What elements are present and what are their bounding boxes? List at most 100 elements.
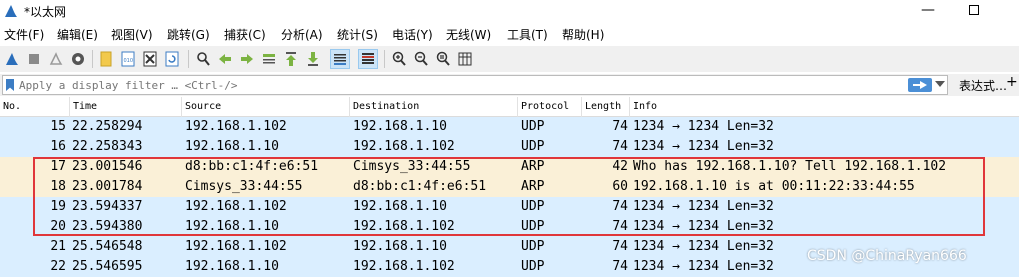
arrow-right-icon bbox=[913, 84, 921, 86]
column-header-source[interactable]: Source bbox=[182, 97, 350, 117]
zoom-normal-button[interactable] bbox=[433, 49, 453, 69]
zoom-out-icon bbox=[414, 51, 428, 66]
packet-no: 21 bbox=[50, 239, 66, 254]
packet-source: 192.168.1.10 bbox=[185, 139, 279, 154]
packet-row[interactable]: 18 23.001784 Cimsys_33:44:55 d8:bb:c1:4f… bbox=[0, 177, 1019, 197]
packet-info: 1234 → 1234 Len=32 bbox=[633, 119, 774, 134]
packet-length: 74 bbox=[612, 239, 628, 254]
go-first-button[interactable] bbox=[281, 49, 301, 69]
go-back-icon bbox=[219, 54, 231, 64]
packet-time: 22.258343 bbox=[72, 139, 143, 154]
go-first-icon bbox=[286, 52, 296, 66]
find-packet-icon bbox=[197, 52, 210, 66]
packet-source: 192.168.1.102 bbox=[185, 119, 287, 134]
column-header-info[interactable]: Info bbox=[630, 97, 1019, 117]
packet-no: 18 bbox=[50, 179, 66, 194]
close-file-icon bbox=[143, 51, 157, 67]
zoom-out-button[interactable] bbox=[411, 49, 431, 69]
packet-time: 23.594380 bbox=[72, 219, 143, 234]
packet-length: 74 bbox=[612, 259, 628, 274]
zoom-in-icon bbox=[392, 51, 406, 66]
packet-no: 17 bbox=[50, 159, 66, 174]
reload-file-button[interactable] bbox=[162, 49, 182, 69]
packet-length: 60 bbox=[612, 179, 628, 194]
save-file-icon: 010 bbox=[121, 51, 135, 67]
packet-time: 23.001784 bbox=[72, 179, 143, 194]
restart-capture-button[interactable] bbox=[46, 49, 66, 69]
go-to-packet-button[interactable] bbox=[259, 49, 279, 69]
packet-protocol: UDP bbox=[521, 259, 545, 274]
bookmark-icon[interactable] bbox=[6, 79, 14, 91]
column-header-length[interactable]: Length bbox=[582, 97, 630, 117]
packet-destination: d8:bb:c1:4f:e6:51 bbox=[353, 179, 487, 194]
packet-row[interactable]: 17 23.001546 d8:bb:c1:4f:e6:51 Cimsys_33… bbox=[0, 157, 1019, 177]
start-capture-button[interactable] bbox=[2, 49, 22, 69]
capture-options-button[interactable] bbox=[68, 49, 88, 69]
packet-row[interactable]: 19 23.594337 192.168.1.102 192.168.1.10 … bbox=[0, 197, 1019, 217]
open-file-button[interactable] bbox=[96, 49, 116, 69]
resize-columns-icon bbox=[458, 52, 472, 66]
packet-row[interactable]: 15 22.258294 192.168.1.102 192.168.1.10 … bbox=[0, 117, 1019, 137]
add-filter-button[interactable]: + bbox=[1006, 74, 1018, 90]
menu-help[interactable]: 帮助(H) bbox=[562, 26, 604, 43]
column-header-time[interactable]: Time bbox=[70, 97, 182, 117]
packet-no: 19 bbox=[50, 199, 66, 214]
packet-info: 1234 → 1234 Len=32 bbox=[633, 219, 774, 234]
stop-capture-button[interactable] bbox=[24, 49, 44, 69]
packet-info: Who has 192.168.1.10? Tell 192.168.1.102 bbox=[633, 159, 947, 174]
column-header-no[interactable]: No. bbox=[0, 97, 70, 117]
title-bar: *以太网 — bbox=[0, 0, 1019, 22]
colorize-icon bbox=[362, 53, 374, 64]
save-file-button[interactable]: 010 bbox=[118, 49, 138, 69]
go-last-button[interactable] bbox=[303, 49, 323, 69]
packet-info: 1234 → 1234 Len=32 bbox=[633, 139, 774, 154]
go-last-icon bbox=[308, 52, 318, 66]
filter-history-dropdown-icon[interactable] bbox=[935, 81, 945, 87]
resize-columns-button[interactable] bbox=[455, 49, 475, 69]
menu-view[interactable]: 视图(V) bbox=[111, 26, 153, 43]
packet-destination: Cimsys_33:44:55 bbox=[353, 159, 471, 174]
start-capture-icon bbox=[6, 53, 18, 65]
colorize-button[interactable] bbox=[358, 49, 378, 69]
auto-scroll-icon bbox=[334, 54, 346, 65]
minimize-button[interactable]: — bbox=[905, 0, 951, 22]
display-filter-input[interactable] bbox=[19, 77, 899, 93]
find-packet-button[interactable] bbox=[193, 49, 213, 69]
auto-scroll-button[interactable] bbox=[330, 49, 350, 69]
packet-list-header: No. Time Source Destination Protocol Len… bbox=[0, 97, 1019, 117]
minimize-icon: — bbox=[921, 2, 935, 18]
toolbar-separator bbox=[92, 50, 93, 68]
go-forward-button[interactable] bbox=[237, 49, 257, 69]
packet-source: 192.168.1.10 bbox=[185, 259, 279, 274]
menu-edit[interactable]: 编辑(E) bbox=[57, 26, 98, 43]
maximize-button[interactable] bbox=[951, 0, 997, 22]
packet-length: 74 bbox=[612, 119, 628, 134]
packet-time: 22.258294 bbox=[72, 119, 143, 134]
packet-destination: 192.168.1.102 bbox=[353, 259, 455, 274]
packet-source: Cimsys_33:44:55 bbox=[185, 179, 303, 194]
open-file-icon bbox=[100, 51, 112, 67]
menu-capture[interactable]: 捕获(C) bbox=[224, 26, 266, 43]
capture-options-icon bbox=[72, 53, 84, 65]
menu-go[interactable]: 跳转(G) bbox=[167, 26, 210, 43]
packet-row[interactable]: 20 23.594380 192.168.1.10 192.168.1.102 … bbox=[0, 217, 1019, 237]
packet-length: 74 bbox=[612, 219, 628, 234]
go-back-button[interactable] bbox=[215, 49, 235, 69]
packet-row[interactable]: 16 22.258343 192.168.1.10 192.168.1.102 … bbox=[0, 137, 1019, 157]
menu-tools[interactable]: 工具(T) bbox=[507, 26, 548, 43]
column-header-protocol[interactable]: Protocol bbox=[518, 97, 582, 117]
packet-no: 20 bbox=[50, 219, 66, 234]
stop-capture-icon bbox=[29, 54, 39, 64]
menu-statistics[interactable]: 统计(S) bbox=[337, 26, 378, 43]
menu-analyze[interactable]: 分析(A) bbox=[281, 26, 323, 43]
go-forward-icon bbox=[241, 54, 253, 64]
zoom-in-button[interactable] bbox=[389, 49, 409, 69]
column-header-destination[interactable]: Destination bbox=[350, 97, 518, 117]
packet-destination: 192.168.1.102 bbox=[353, 219, 455, 234]
expression-button[interactable]: 表达式… bbox=[959, 77, 1007, 94]
menu-wireless[interactable]: 无线(W) bbox=[446, 26, 491, 43]
menu-file[interactable]: 文件(F) bbox=[4, 26, 44, 43]
apply-filter-button[interactable] bbox=[908, 78, 932, 92]
menu-telephony[interactable]: 电话(Y) bbox=[392, 26, 433, 43]
close-file-button[interactable] bbox=[140, 49, 160, 69]
